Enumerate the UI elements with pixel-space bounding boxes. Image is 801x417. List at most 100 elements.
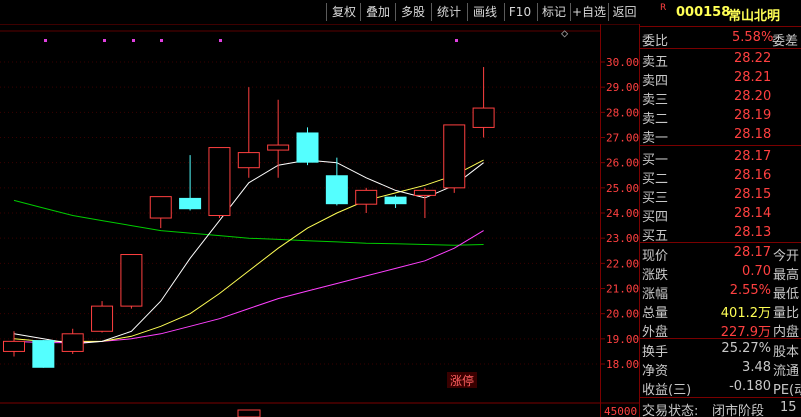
stock-title[interactable]: R 000158 常山北明	[640, 3, 801, 24]
y-axis-tick-label: 22.00	[606, 257, 639, 270]
stat-value: 401.2万	[720, 306, 771, 321]
y-axis-tick-label: 25.00	[606, 182, 639, 195]
buy-level-2[interactable]: 买二 28.16	[640, 167, 801, 187]
toolbar-button-0[interactable]: 复权	[327, 2, 361, 22]
sell-label: 卖二	[642, 112, 669, 127]
toolbar-separator	[395, 3, 396, 21]
stat-value: 2.55%	[729, 283, 771, 298]
buy-price: 28.16	[734, 168, 772, 183]
sell-price: 28.19	[734, 108, 772, 123]
trade-status-time: 15	[780, 400, 797, 415]
sell-price: 28.20	[734, 89, 772, 104]
diamond-icon[interactable]: ◇	[561, 26, 569, 40]
buy-level-5[interactable]: 买五 28.13	[640, 224, 801, 244]
stat-label-right: 股本	[773, 345, 800, 360]
buy-label: 买三	[642, 191, 669, 206]
trade-status-label: 交易状态:	[642, 404, 699, 417]
candle-body-up	[443, 124, 466, 189]
stat-row[interactable]: 涨幅 2.55% 最低	[640, 282, 801, 302]
sell-price: 28.22	[734, 51, 772, 66]
buy-price: 28.17	[734, 149, 772, 164]
sell-label: 卖四	[642, 74, 669, 89]
toolbar-button-6[interactable]: 标记	[538, 2, 570, 22]
toolbar-separator	[431, 3, 432, 21]
volume-bar	[237, 409, 261, 417]
candle-body-down	[384, 196, 407, 205]
kline-chart: 30.00 29.00 28.00 27.00 26.00 25.00 24.00 23.00…	[0, 24, 640, 417]
stat-label: 现价	[642, 249, 669, 264]
event-dot-marker	[160, 39, 163, 42]
candle-body-up	[267, 144, 290, 151]
stat-row[interactable]: 涨跌 0.70 最高	[640, 263, 801, 283]
stock-code: 000158	[676, 5, 731, 20]
candle-body-up	[208, 147, 231, 217]
r-tag: R	[660, 3, 667, 13]
toolbar-separator	[537, 3, 538, 21]
trade-status-row[interactable]: 交易状态: 闭市阶段 15	[640, 399, 801, 417]
panel-divider	[640, 145, 801, 146]
y-axis-tick-label: 29.00	[606, 81, 639, 94]
sell-price: 28.21	[734, 70, 772, 85]
candle-body-up	[120, 254, 143, 307]
stat-label: 换手	[642, 345, 669, 360]
chart-toolbar: 复权 叠加 多股 统计 画线 F10 标记 +自选 返回	[0, 0, 640, 24]
stat-row[interactable]: 换手 25.27% 股本	[640, 340, 801, 360]
toolbar-separator	[360, 3, 361, 21]
event-dot-marker	[103, 39, 106, 42]
stat-row[interactable]: 总量 401.2万 量比	[640, 301, 801, 321]
toolbar-button-4[interactable]: 画线	[468, 2, 502, 22]
sell-level-3[interactable]: 卖三 28.20	[640, 88, 801, 108]
candle-body-up	[3, 340, 25, 352]
stat-label: 涨跌	[642, 268, 669, 283]
sell-level-5[interactable]: 卖五 28.22	[640, 50, 801, 70]
buy-price: 28.14	[734, 206, 772, 221]
buy-label: 买一	[642, 153, 669, 168]
sell-level-2[interactable]: 卖二 28.19	[640, 107, 801, 127]
buy-level-1[interactable]: 买一 28.17	[640, 148, 801, 168]
panel-divider	[640, 242, 801, 243]
panel-divider	[640, 26, 801, 27]
sell-label: 卖五	[642, 55, 669, 70]
buy-price: 28.15	[734, 187, 772, 202]
toolbar-button-8[interactable]: 返回	[609, 2, 640, 22]
stat-row[interactable]: 现价 28.17 今开	[640, 244, 801, 264]
candle-body-down	[179, 197, 202, 210]
ma10-series-line	[13, 159, 484, 342]
trade-status-value: 闭市阶段	[712, 404, 765, 417]
stat-value: 28.17	[733, 245, 771, 260]
toolbar-button-7[interactable]: +自选	[571, 2, 607, 22]
stat-value: 0.70	[742, 264, 771, 279]
candle-body-up	[413, 189, 436, 196]
candle-body-up	[149, 196, 172, 219]
toolbar-button-1[interactable]: 叠加	[361, 2, 395, 22]
sell-level-1[interactable]: 卖一 28.18	[640, 126, 801, 146]
buy-label: 买二	[642, 172, 669, 187]
toolbar-separator	[608, 3, 609, 21]
stat-label: 总量	[642, 306, 669, 321]
weibi-row[interactable]: 委比 5.58% 委差	[640, 29, 801, 49]
y-axis-tick-label: 23.00	[606, 232, 639, 245]
stat-label: 收益(三)	[642, 383, 692, 398]
stat-row[interactable]: 收益(三) -0.180 PE(动	[640, 378, 801, 398]
event-dot-marker	[219, 39, 222, 42]
y-axis-tick-label: 19.00	[606, 333, 639, 346]
y-axis-tick-label: 28.00	[606, 106, 639, 119]
event-dot-marker	[132, 39, 135, 42]
weicha-label: 委差	[772, 34, 799, 49]
buy-level-3[interactable]: 买三 28.15	[640, 186, 801, 206]
toolbar-button-5[interactable]: F10	[505, 2, 535, 22]
y-axis-tick-label: 18.00	[606, 358, 639, 371]
y-axis-tick-label: 21.00	[606, 283, 639, 296]
stat-row[interactable]: 净资 3.48 流通	[640, 359, 801, 379]
stat-row[interactable]: 外盘 227.9万 内盘	[640, 320, 801, 340]
y-axis-tick-label: 24.00	[606, 207, 639, 220]
buy-label: 买四	[642, 210, 669, 225]
stat-label-right: 最低	[773, 287, 800, 302]
candle-body-down	[296, 132, 319, 163]
toolbar-button-3[interactable]: 统计	[432, 2, 466, 22]
sell-level-4[interactable]: 卖四 28.21	[640, 69, 801, 89]
toolbar-button-2[interactable]: 多股	[396, 2, 430, 22]
buy-level-4[interactable]: 买四 28.14	[640, 205, 801, 225]
quote-panel: R 000158 常山北明 委比 5.58% 委差 卖五 28.22 卖四 28.21 卖三 28.2…	[640, 0, 801, 417]
stat-label: 涨幅	[642, 287, 669, 302]
